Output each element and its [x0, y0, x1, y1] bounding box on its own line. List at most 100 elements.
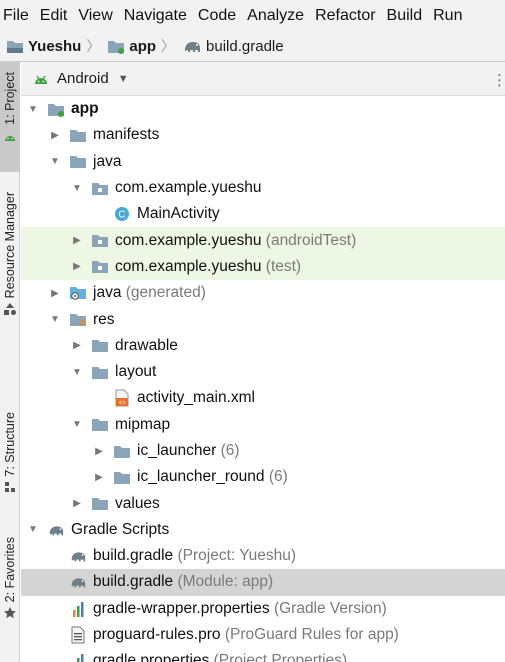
module-folder-icon: [47, 100, 65, 118]
gradle-elephant-icon: [185, 42, 201, 52]
text-file-icon: [69, 626, 87, 644]
menu-refactor[interactable]: Refactor: [313, 7, 382, 25]
tree-node-name: drawable: [115, 336, 178, 354]
tree-row[interactable]: C MainActivity: [21, 201, 505, 227]
tree-node-label: layout: [115, 363, 156, 381]
breadcrumb-project[interactable]: Yueshu: [6, 38, 81, 55]
tree-row[interactable]: build.gradle (Module: app): [21, 569, 505, 596]
tree-row[interactable]: ▼ java: [21, 149, 505, 175]
chevron-right-icon[interactable]: ▶: [49, 130, 61, 141]
chevron-right-icon[interactable]: ▶: [71, 235, 83, 246]
tree-node-label: com.example.yueshu (test): [115, 258, 301, 276]
folder-icon: [91, 363, 109, 381]
chevron-down-icon[interactable]: ▼: [71, 183, 83, 194]
tree-row[interactable]: ▼ com.example.yueshu: [21, 175, 505, 201]
breadcrumb-file[interactable]: build.gradle: [182, 38, 284, 55]
package-icon: [91, 232, 109, 250]
folder-icon: [113, 468, 131, 486]
breadcrumb-module[interactable]: app: [107, 38, 156, 55]
menu-build[interactable]: Build: [385, 7, 430, 25]
tab-favorites[interactable]: 2: Favorites: [0, 537, 20, 637]
chevron-down-icon[interactable]: ▼: [118, 73, 129, 85]
menu-code[interactable]: Code: [196, 7, 243, 25]
tree-row[interactable]: ▶ com.example.yueshu (test): [21, 253, 505, 281]
chevron-right-icon[interactable]: ▶: [71, 498, 83, 509]
tree-row[interactable]: ▼ Gradle Scripts: [21, 517, 505, 543]
menu-view[interactable]: View: [76, 7, 119, 25]
tree-node-hint: (test): [265, 257, 302, 275]
chevron-right-icon[interactable]: ▶: [93, 446, 105, 457]
tab-structure[interactable]: 7: Structure: [0, 412, 20, 512]
tree-row[interactable]: build.gradle (Project: Yueshu): [21, 543, 505, 569]
menu-navigate[interactable]: Navigate: [122, 7, 194, 25]
menu-run[interactable]: Run: [431, 7, 469, 25]
tree-row[interactable]: ▶ values: [21, 490, 505, 516]
project-folder-icon: [7, 41, 23, 53]
tree-row[interactable]: ▶ manifests: [21, 122, 505, 148]
shapes-icon: [4, 303, 16, 316]
view-mode-dropdown[interactable]: Android: [57, 70, 109, 87]
properties-file-icon: [69, 600, 87, 618]
tree-row[interactable]: ▼ app: [21, 96, 505, 122]
chevron-down-icon[interactable]: ▼: [49, 156, 61, 167]
tree-row[interactable]: ▶ com.example.yueshu (androidTest): [21, 227, 505, 254]
tree-row[interactable]: ▼ layout: [21, 359, 505, 385]
chevron-down-icon[interactable]: ▼: [27, 524, 39, 535]
tree-node-label: app: [71, 100, 99, 118]
breadcrumb-separator: 〉: [161, 38, 176, 54]
menu-edit[interactable]: Edit: [38, 7, 75, 25]
folder-icon: [91, 495, 109, 513]
star-icon: [4, 607, 16, 619]
chevron-down-icon[interactable]: ▼: [27, 104, 39, 115]
tree-row[interactable]: gradle-wrapper.properties (Gradle Versio…: [21, 596, 505, 622]
tree-node-hint: (Project Properties): [213, 652, 348, 662]
menu-file[interactable]: File: [1, 7, 36, 25]
breadcrumb-module-label: app: [129, 37, 157, 55]
tree-node-label: manifests: [93, 126, 159, 144]
tree-row[interactable]: gradle.properties (Project Properties): [21, 648, 505, 662]
tree-row[interactable]: proguard-rules.pro (ProGuard Rules for a…: [21, 622, 505, 648]
chevron-down-icon[interactable]: ▼: [49, 314, 61, 325]
properties-file-icon: [69, 652, 87, 662]
chevron-right-icon[interactable]: ▶: [71, 261, 83, 272]
tab-resource-manager[interactable]: Resource Manager: [0, 192, 20, 342]
tab-structure-label: 7: Structure: [3, 412, 17, 477]
tree-row[interactable]: ▶ java (generated): [21, 280, 505, 306]
tree-node-name: com.example.yueshu: [115, 231, 262, 249]
tree-node-label: build.gradle (Project: Yueshu): [93, 547, 296, 565]
tree-node-label: mipmap: [115, 416, 170, 434]
structure-icon: [5, 481, 15, 492]
tree-row[interactable]: ▶ drawable: [21, 333, 505, 359]
tree-row[interactable]: ▶ ic_launcher_round (6): [21, 464, 505, 490]
tree-node-name: layout: [115, 363, 157, 381]
tree-node-label: ic_launcher_round (6): [137, 468, 288, 486]
tab-project[interactable]: 1: Project: [0, 62, 20, 172]
tree-row[interactable]: <> activity_main.xml: [21, 385, 505, 411]
android-icon: [5, 135, 15, 141]
chevron-right-icon[interactable]: ▶: [49, 288, 61, 299]
tree-row[interactable]: ▶ ic_launcher (6): [21, 438, 505, 464]
tree-node-label: gradle-wrapper.properties (Gradle Versio…: [93, 600, 387, 618]
tree-node-name: ic_launcher: [137, 442, 217, 459]
menu-bar: File Edit View Navigate Code Analyze Ref…: [0, 0, 505, 31]
chevron-right-icon[interactable]: ▶: [71, 340, 83, 351]
tree-node-hint: (generated): [125, 284, 206, 302]
tree-node-label: activity_main.xml: [137, 389, 255, 407]
module-folder-icon: [108, 41, 125, 54]
tree-row[interactable]: ▼ mipmap: [21, 412, 505, 438]
tree-node-name: build.gradle: [93, 547, 174, 565]
tree-row[interactable]: ▼ res: [21, 306, 505, 332]
tree-node-label: gradle.properties (Project Properties): [93, 652, 347, 662]
chevron-right-icon[interactable]: ▶: [93, 472, 105, 483]
tree-node-hint: (Project: Yueshu): [177, 547, 297, 565]
chevron-down-icon[interactable]: ▼: [71, 367, 83, 378]
menu-analyze[interactable]: Analyze: [245, 7, 311, 25]
tree-node-hint: (androidTest): [265, 231, 357, 249]
tree-node-hint: (6): [268, 468, 288, 486]
tree-node-name: build.gradle: [93, 573, 174, 591]
more-options-icon[interactable]: ⋮: [492, 71, 505, 89]
tree-node-hint: (Module: app): [177, 573, 274, 591]
tree-node-name: com.example.yueshu: [115, 179, 262, 197]
chevron-down-icon[interactable]: ▼: [71, 419, 83, 430]
tree-node-name: gradle-wrapper.properties: [93, 599, 270, 617]
